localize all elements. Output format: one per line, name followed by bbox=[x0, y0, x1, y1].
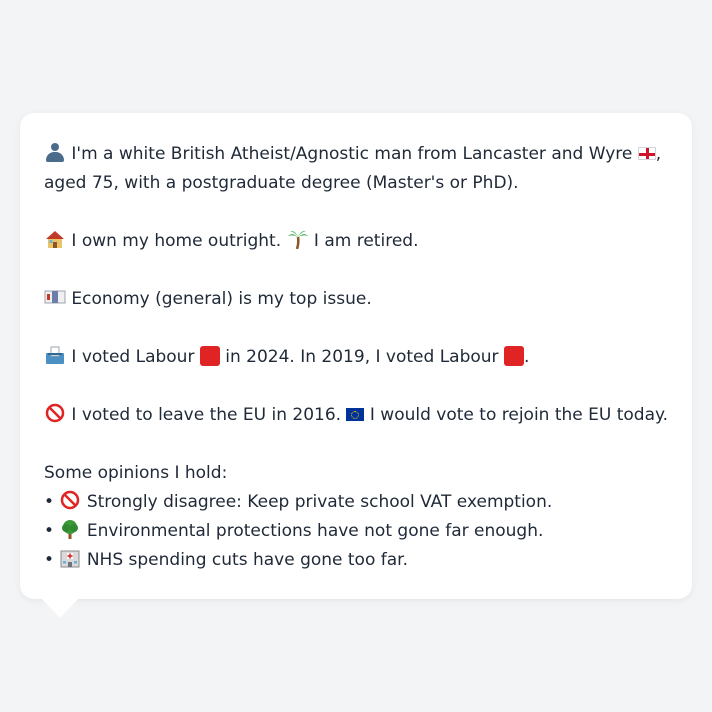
house-icon bbox=[46, 231, 64, 248]
opinions-header: Some opinions I hold: bbox=[44, 463, 228, 483]
top-issue-text: Economy (general) is my top issue. bbox=[66, 289, 372, 309]
vote-text-3: . bbox=[523, 347, 530, 367]
list-item: • Environmental protections have not gon… bbox=[44, 517, 668, 546]
bio-line-age-education: aged 75, with a postgraduate degree (Mas… bbox=[44, 173, 519, 193]
bio-line-home-work: I own my home outright. I am retired. bbox=[44, 227, 668, 256]
red-square-icon bbox=[199, 346, 220, 366]
list-item: • NHS spending cuts have gone too far. bbox=[44, 546, 668, 575]
eu-flag-icon bbox=[346, 408, 365, 421]
ballot-box-icon bbox=[46, 346, 64, 364]
bio-line-eu: I voted to leave the EU in 2016. I would… bbox=[44, 401, 668, 430]
home-text: I own my home outright. bbox=[66, 231, 287, 251]
bullet: • bbox=[44, 550, 60, 570]
money-icon bbox=[44, 290, 66, 304]
england-flag-icon bbox=[637, 147, 656, 160]
deciduous-tree-icon bbox=[62, 520, 79, 539]
opinion-text: Environmental protections have not gone … bbox=[81, 521, 544, 541]
hospital-icon bbox=[60, 550, 80, 568]
vote-text-2: in 2024. In 2019, I voted Labour bbox=[219, 347, 504, 367]
persona-speech-bubble: I'm a white British Atheist/Agnostic man… bbox=[20, 113, 692, 599]
identity-comma: , bbox=[655, 144, 662, 164]
opinion-text: NHS spending cuts have gone too far. bbox=[81, 550, 408, 570]
bio-line-voting: I voted Labour in 2024. In 2019, I voted… bbox=[44, 343, 668, 372]
speech-bubble-tail bbox=[40, 597, 80, 618]
bio-line-top-issue: Economy (general) is my top issue. bbox=[44, 285, 668, 314]
prohibited-icon bbox=[61, 490, 80, 510]
vote-text-1: I voted Labour bbox=[66, 347, 200, 367]
bio-line-identity: I'm a white British Atheist/Agnostic man… bbox=[44, 140, 668, 169]
palm-tree-icon bbox=[287, 230, 308, 249]
eu-text-1: I voted to leave the EU in 2016. bbox=[66, 405, 347, 425]
list-item: • Strongly disagree: Keep private school… bbox=[44, 488, 668, 517]
identity-text: I'm a white British Atheist/Agnostic man… bbox=[66, 144, 638, 164]
red-square-icon bbox=[503, 346, 524, 366]
opinion-text: Strongly disagree: Keep private school V… bbox=[81, 492, 553, 512]
bullet: • bbox=[44, 521, 60, 541]
eu-text-2: I would vote to rejoin the EU today. bbox=[364, 405, 669, 425]
person-silhouette-icon bbox=[44, 142, 66, 162]
bullet: • bbox=[44, 492, 60, 512]
retired-text: I am retired. bbox=[308, 231, 419, 251]
prohibited-icon bbox=[45, 403, 65, 423]
